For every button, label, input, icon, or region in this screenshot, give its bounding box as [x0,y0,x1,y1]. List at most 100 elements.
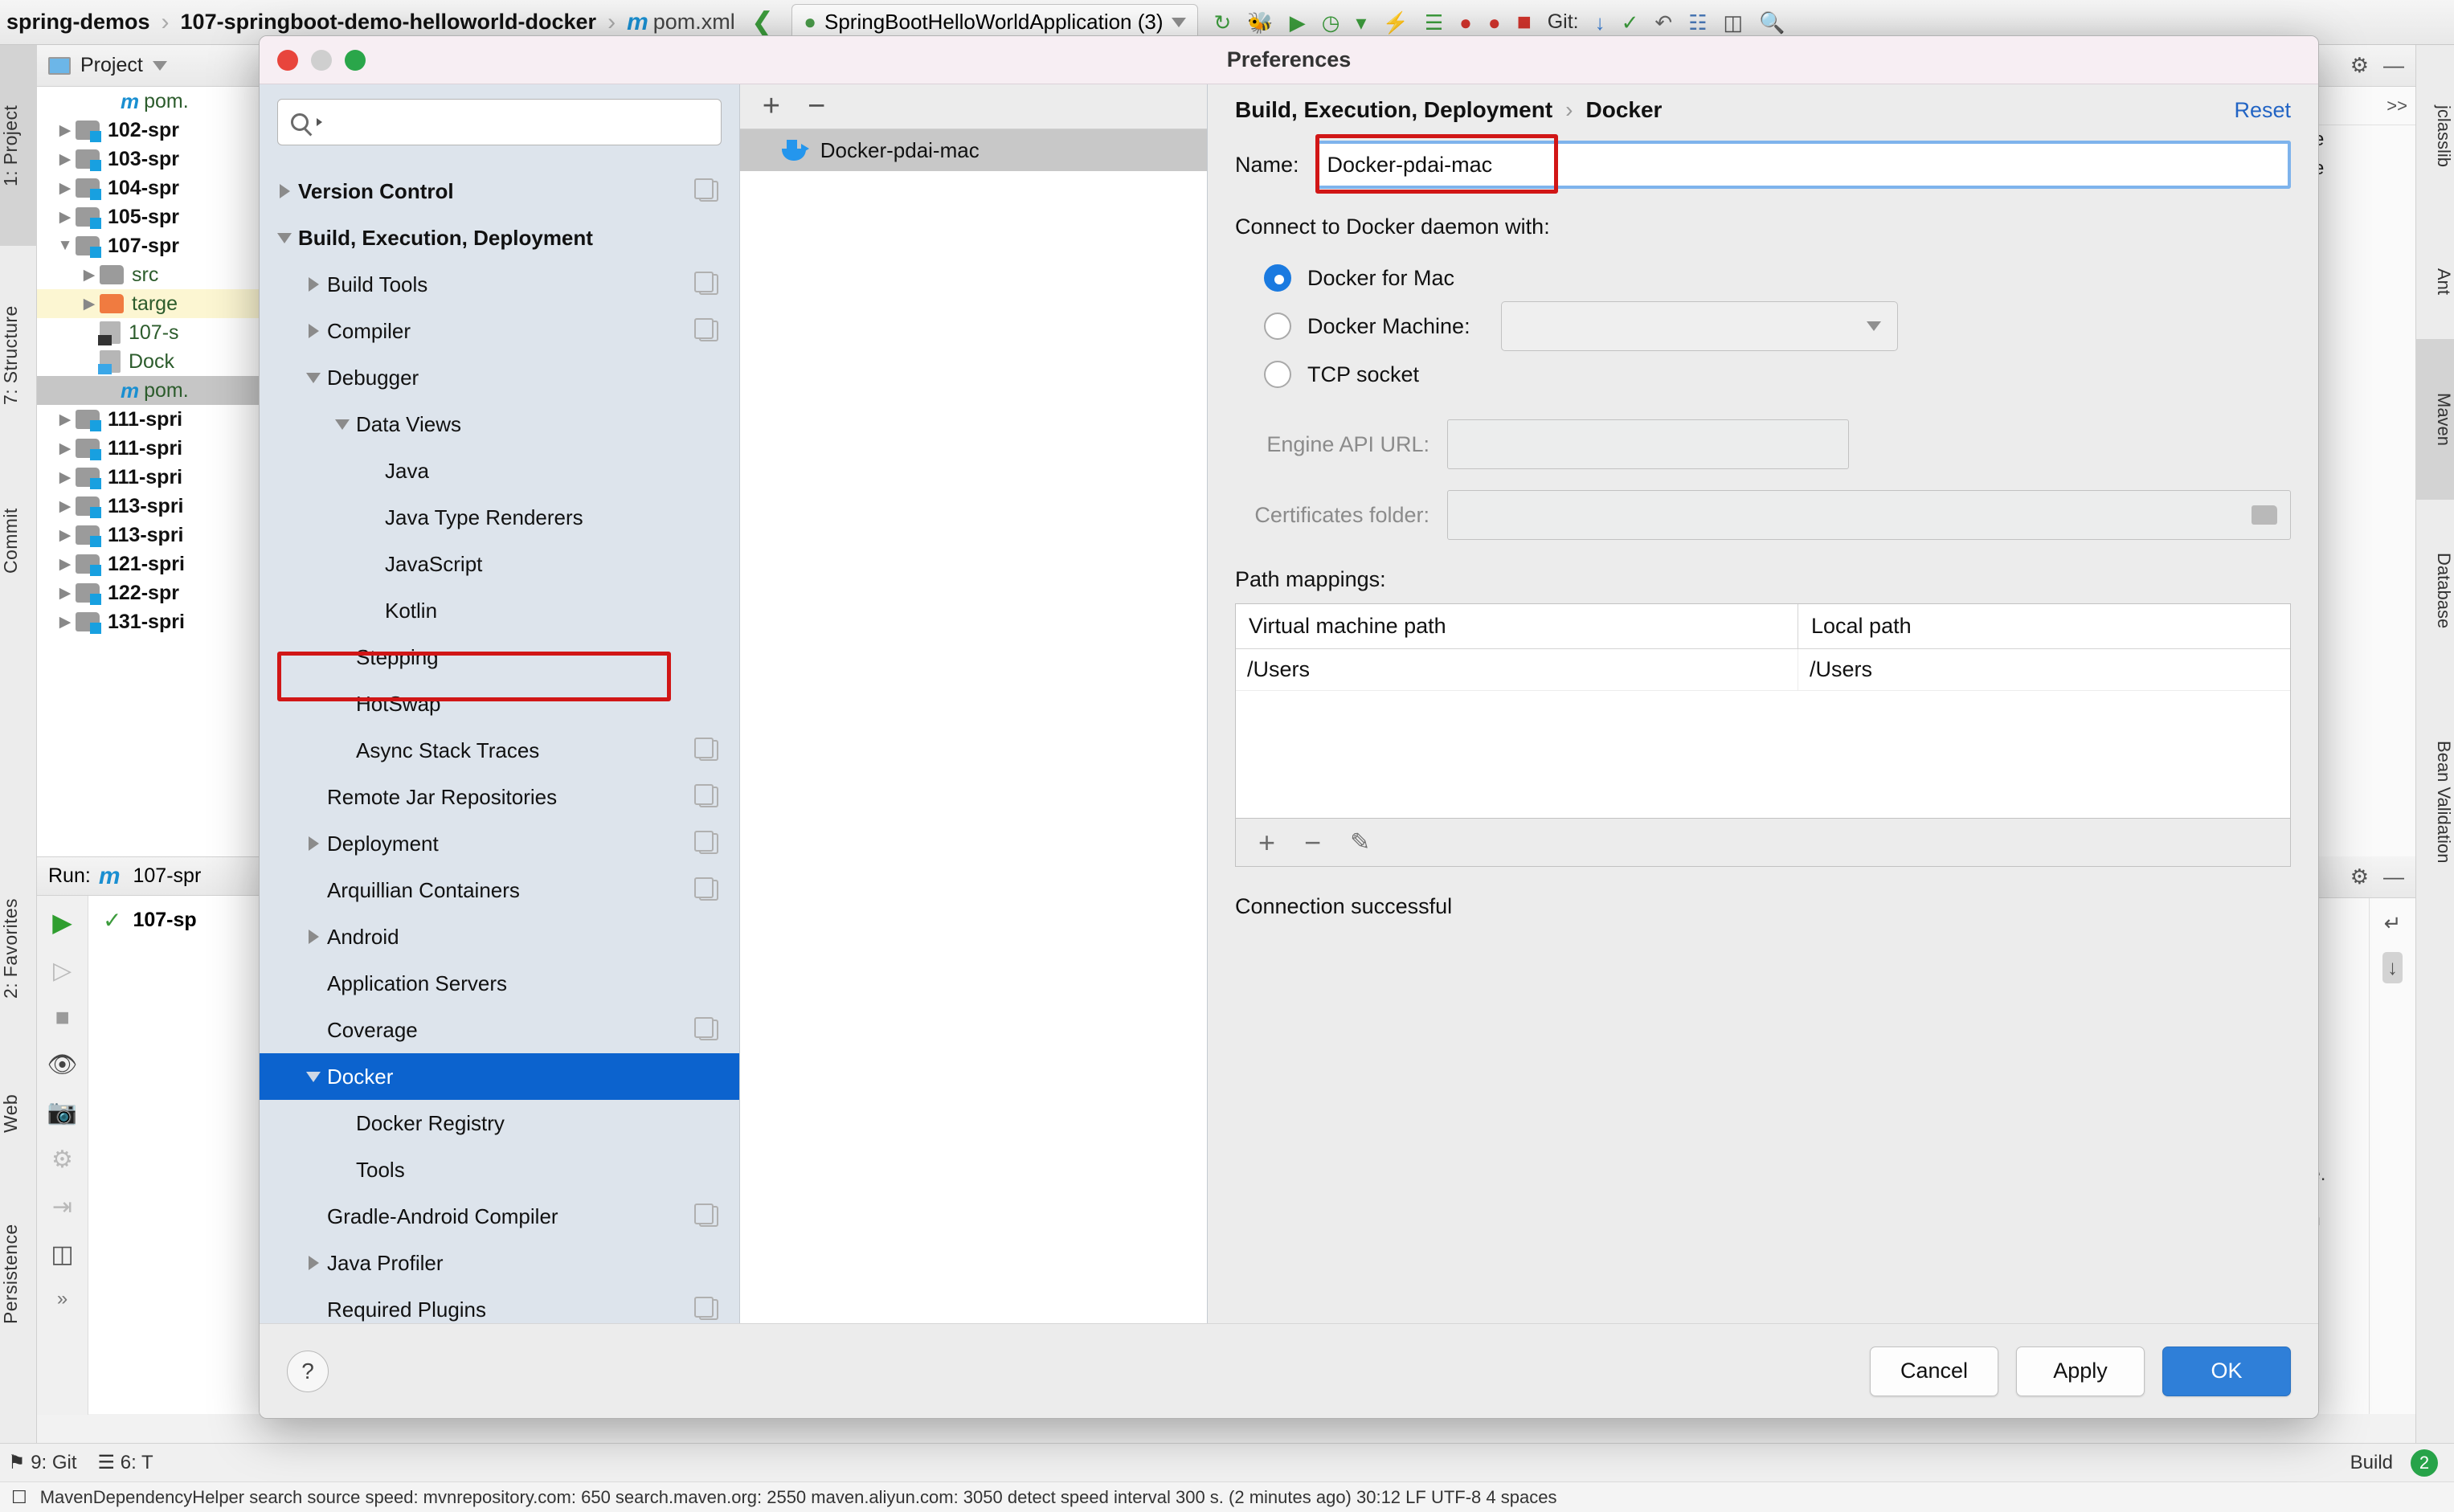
commit-icon[interactable]: ✓ [1622,12,1639,33]
settings-tree-item-build-tools[interactable]: Build Tools [260,261,739,308]
record-icon[interactable]: ● [1488,12,1501,33]
settings-tree-item-coverage[interactable]: Coverage [260,1007,739,1053]
cell-vm-path[interactable]: /Users [1236,649,1798,690]
list-item[interactable]: ▶src [37,260,277,289]
radio-tcp-socket[interactable]: TCP socket [1235,350,2291,398]
settings-tree-item-tools[interactable]: Tools [260,1146,739,1193]
stop-icon[interactable]: ■ [55,1004,69,1032]
chevron-right-icon[interactable]: ▶ [55,150,76,169]
copy-settings-icon[interactable] [699,321,718,341]
breadcrumb-file[interactable]: pom.xml [653,10,735,35]
settings-tree-item-deployment[interactable]: Deployment [260,820,739,867]
copy-settings-icon[interactable] [699,1206,718,1227]
help-button[interactable]: ? [287,1351,329,1392]
chevron-right-icon[interactable]: ▶ [55,208,76,227]
stop-icon[interactable]: ■ [1517,10,1532,35]
chevron-right-icon[interactable]: ▶ [55,555,76,574]
run-icon[interactable]: ▶ [52,907,72,938]
chevron-right-icon[interactable]: ▶ [55,411,76,429]
profile-icon[interactable]: ◷ [1322,12,1340,33]
settings-tree-item-javascript[interactable]: JavaScript [260,541,739,587]
settings-tree-item-gradle-android-compiler[interactable]: Gradle-Android Compiler [260,1193,739,1240]
status-build[interactable]: Build [2350,1452,2393,1474]
scroll-to-end-icon[interactable]: ↓ [2382,952,2403,983]
list-item[interactable]: ▶104-spr [37,174,277,202]
remove-server-button[interactable]: − [808,89,825,124]
import-icon[interactable]: ⇥ [52,1193,72,1221]
more-icon[interactable]: >> [2387,96,2415,116]
radio-docker-for-mac[interactable]: Docker for Mac [1235,254,2291,302]
rerun-failed-icon[interactable]: ▷ [53,957,72,985]
settings-tree-item-remote-jar-repositories[interactable]: Remote Jar Repositories [260,774,739,820]
copy-settings-icon[interactable] [699,740,718,761]
settings-tree-item-kotlin[interactable]: Kotlin [260,587,739,634]
apply-button[interactable]: Apply [2016,1346,2145,1396]
minimize-icon[interactable]: — [2383,864,2404,889]
settings-tree-item-required-plugins[interactable]: Required Plugins [260,1286,739,1323]
copy-settings-icon[interactable] [699,274,718,295]
add-server-button[interactable]: + [763,89,780,124]
chevron-down-icon[interactable]: ▼ [55,237,76,255]
breadcrumb-module[interactable]: 107-springboot-demo-helloworld-docker [181,10,597,35]
cell-local-path[interactable]: /Users [1798,649,2290,690]
list-item[interactable]: mpom. [37,87,277,116]
search-input[interactable] [329,111,721,134]
chevron-right-icon[interactable]: ▶ [55,468,76,487]
settings-tree-item-hotswap[interactable]: HotSwap [260,680,739,727]
settings-search-box[interactable] [277,99,722,145]
back-arrow-icon[interactable]: ❮ [751,9,775,36]
chevron-right-icon[interactable]: ▶ [55,613,76,631]
thread-icon[interactable]: ☰ [1425,12,1443,33]
settings-tree-item-data-views[interactable]: Data Views [260,401,739,447]
rail-item-bean-validation[interactable]: Bean Validation [2415,681,2454,922]
folder-browse-icon[interactable] [2252,505,2277,525]
search-icon[interactable]: 🔍 [1759,12,1785,33]
minimize-icon[interactable]: — [2383,53,2404,78]
chevron-right-icon[interactable]: ▶ [55,121,76,140]
settings-tree-item-java-profiler[interactable]: Java Profiler [260,1240,739,1286]
list-item[interactable]: ▼107-spr [37,231,277,260]
rail-item-jclasslib[interactable]: jclasslib [2415,48,2454,225]
settings-tree-item-arquillian-containers[interactable]: Arquillian Containers [260,867,739,913]
list-item[interactable]: ▶131-spri [37,607,277,636]
eye-icon[interactable]: 👁 [47,1051,77,1079]
reset-link[interactable]: Reset [2234,98,2291,123]
camera-icon[interactable]: 📷 [47,1098,77,1126]
settings-tree-item-debugger[interactable]: Debugger [260,354,739,401]
list-item[interactable]: ▶121-spri [37,550,277,578]
rail-item-structure[interactable]: 7: Structure [0,251,37,460]
column-header-local-path[interactable]: Local path [1798,604,2290,648]
list-item[interactable]: ▶102-spr [37,116,277,145]
status-todo[interactable]: ☰ 6: T [98,1451,153,1474]
edit-mapping-button[interactable]: ✎ [1350,828,1370,856]
chevron-down-icon-2[interactable]: ▾ [1356,12,1366,33]
settings-tree-item-docker-registry[interactable]: Docker Registry [260,1100,739,1146]
list-item[interactable]: ▶111-spri [37,405,277,434]
rollback-icon[interactable]: ↶ [1654,12,1672,33]
column-header-vm-path[interactable]: Virtual machine path [1236,604,1798,648]
settings-tree-item-java[interactable]: Java [260,447,739,494]
certificates-input[interactable] [1447,490,2291,540]
list-item[interactable]: Dock [37,347,277,376]
docker-machine-select[interactable] [1501,301,1898,351]
chevron-right-icon[interactable]: ▶ [79,295,100,313]
breadcrumb-project[interactable]: spring-demos [6,10,150,35]
settings-tree-item-build-execution-deployment[interactable]: Build, Execution, Deployment [260,215,739,261]
wrap-text-icon[interactable]: ↵ [2384,911,2402,936]
gear-icon[interactable]: ⚙ [2350,864,2369,889]
list-item[interactable]: ▶113-spri [37,521,277,550]
rail-item-persistence[interactable]: Persistence [0,1178,37,1371]
rerun-icon[interactable]: ↻ [1214,12,1232,33]
list-item[interactable]: mpom. [37,376,277,405]
export-icon[interactable]: ⚙ [51,1146,73,1174]
status-git[interactable]: ⚑ 9: Git [8,1451,77,1474]
settings-tree-item-application-servers[interactable]: Application Servers [260,960,739,1007]
gear-icon[interactable]: ⚙ [2350,53,2369,78]
rail-item-project[interactable]: 1: Project [0,45,37,246]
radio-docker-machine[interactable]: Docker Machine: [1235,302,2291,350]
copy-settings-icon[interactable] [699,181,718,202]
remove-mapping-button[interactable]: − [1304,826,1321,860]
list-item[interactable]: ▶103-spr [37,145,277,174]
settings-tree-item-android[interactable]: Android [260,913,739,960]
chevron-right-icon[interactable]: ▶ [55,439,76,458]
